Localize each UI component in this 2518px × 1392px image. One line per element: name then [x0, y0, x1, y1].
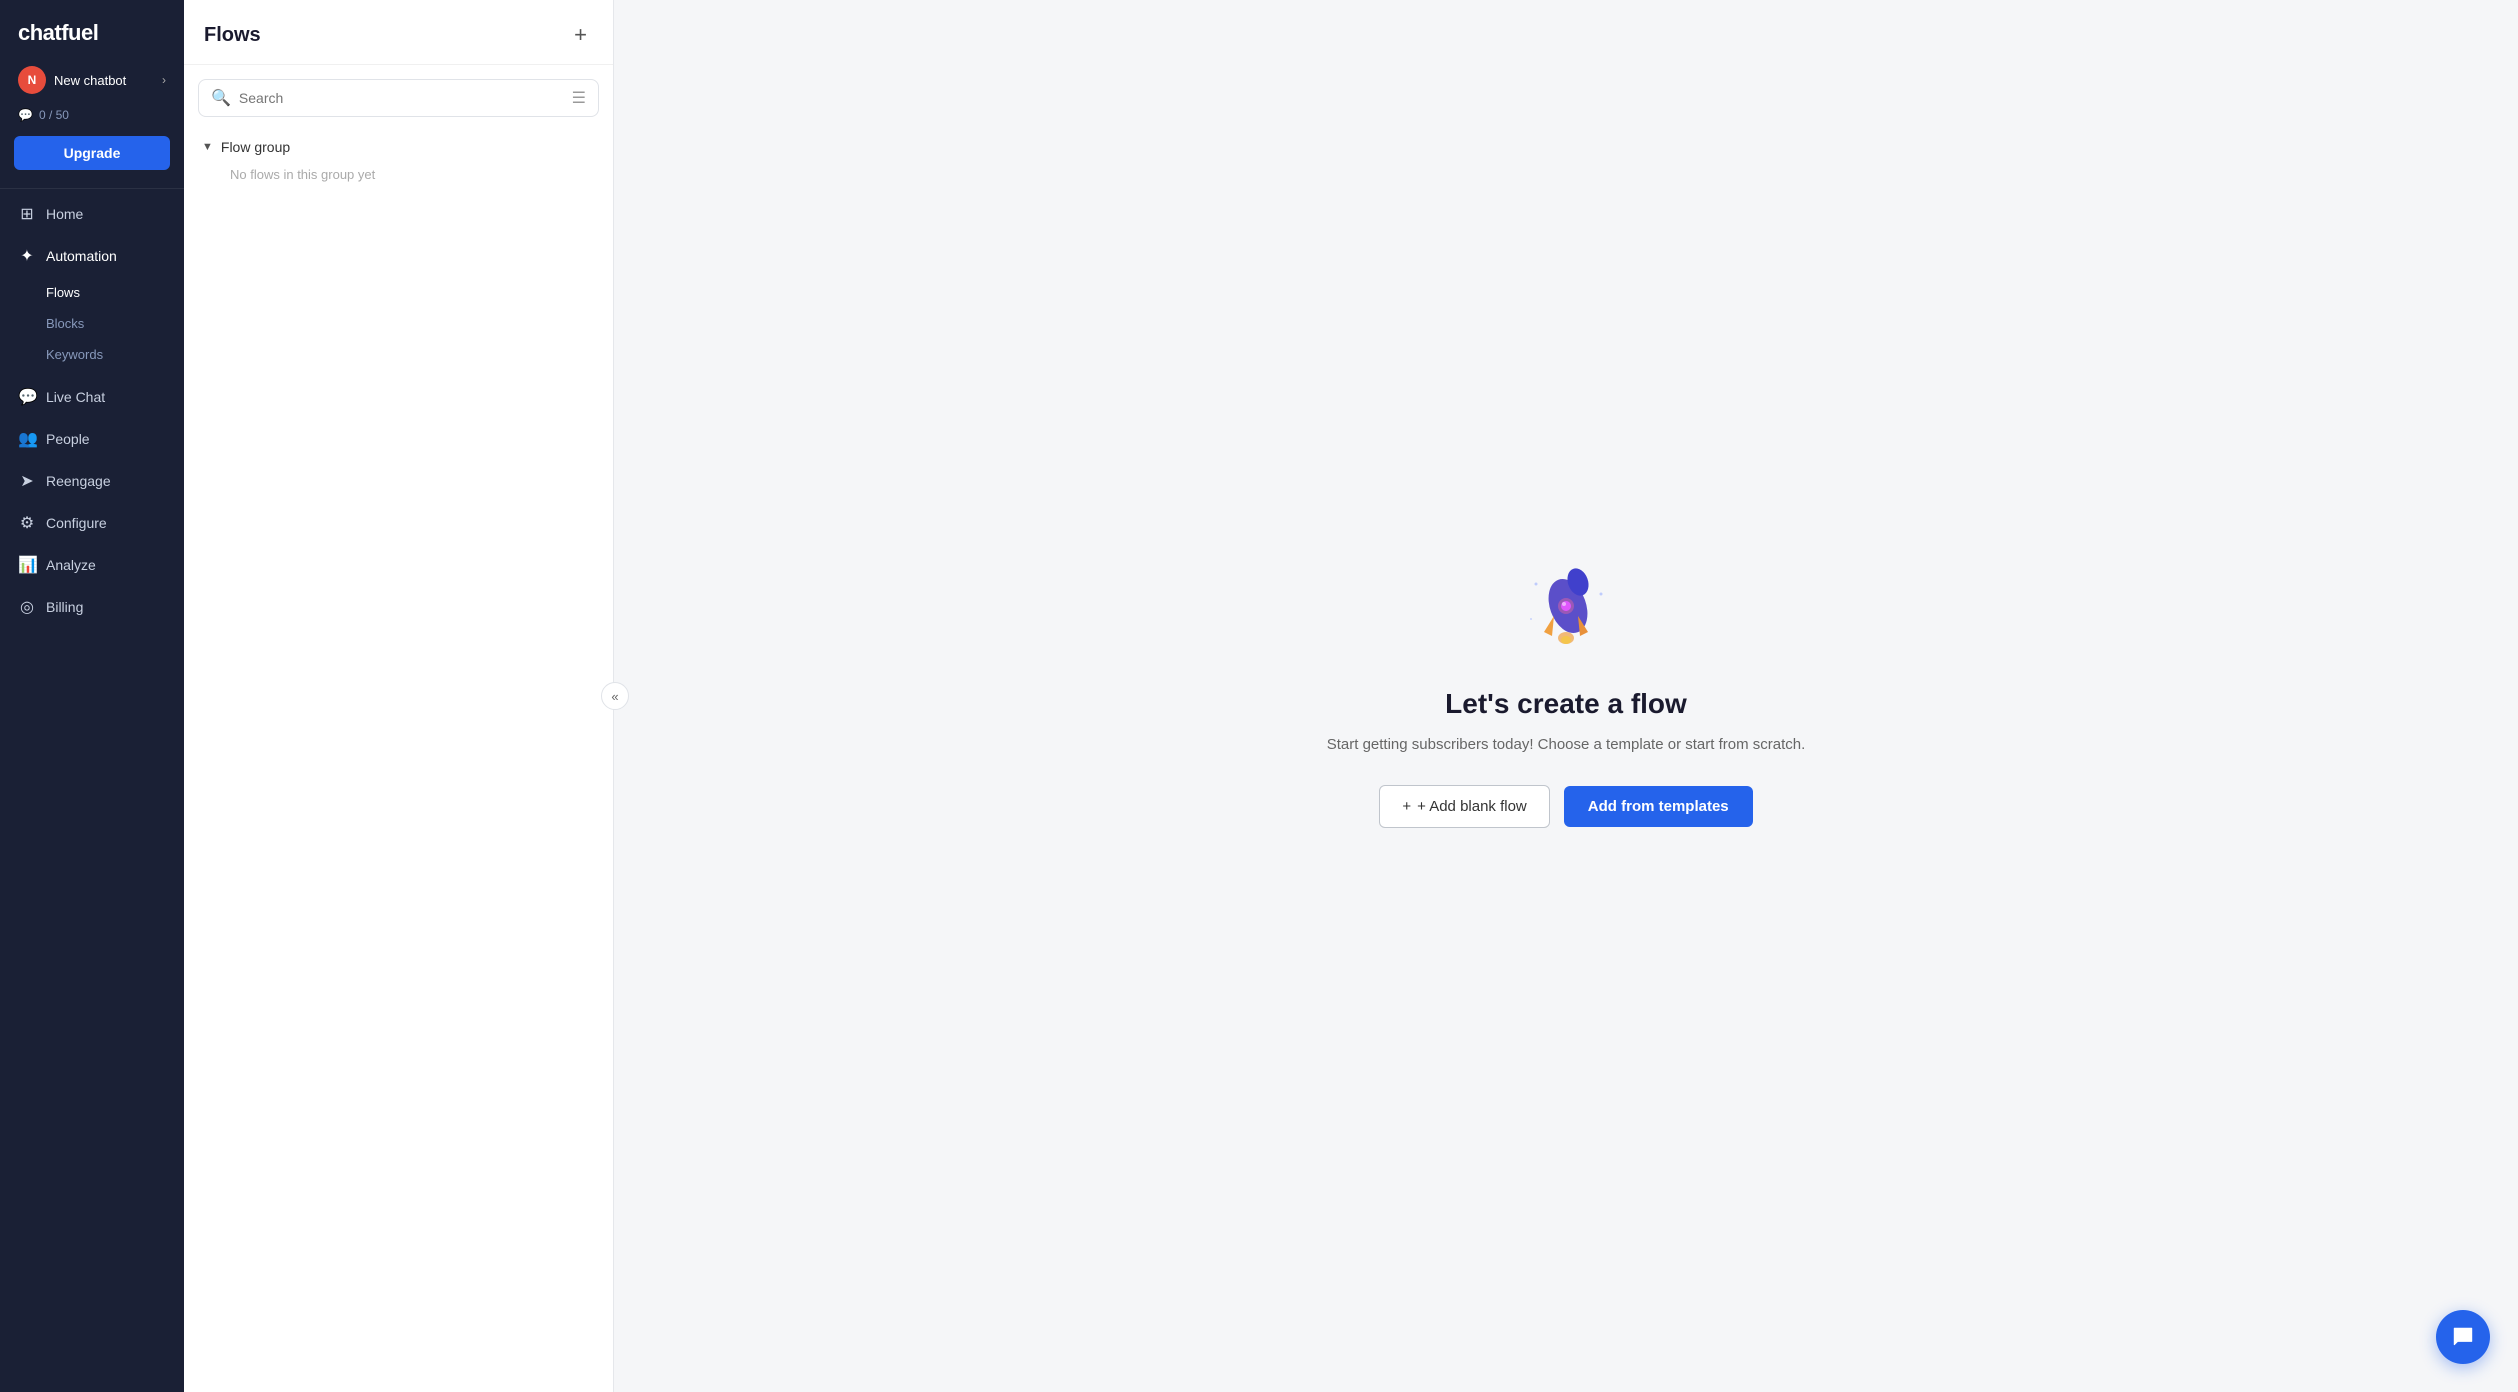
- people-icon: 👥: [18, 429, 36, 449]
- analyze-icon: 📊: [18, 555, 36, 575]
- empty-state: Let's create a flow Start getting subscr…: [1327, 564, 1806, 828]
- sidebar-item-people-label: People: [46, 431, 90, 447]
- flow-group-empty-message: No flows in this group yet: [184, 161, 613, 188]
- add-blank-flow-label: + Add blank flow: [1417, 798, 1527, 815]
- rocket-illustration: [1516, 564, 1616, 664]
- add-blank-flow-button[interactable]: + + Add blank flow: [1379, 785, 1549, 828]
- live-chat-icon: 💬: [18, 387, 36, 407]
- credits-icon: 💬: [18, 108, 33, 122]
- empty-state-title: Let's create a flow: [1445, 688, 1687, 720]
- sidebar-item-home-label: Home: [46, 206, 83, 222]
- chatbot-selector[interactable]: N New chatbot ›: [6, 60, 178, 100]
- billing-icon: ◎: [18, 597, 36, 617]
- sidebar-sub-item-keywords[interactable]: Keywords: [0, 339, 184, 370]
- credits-count: 0 / 50: [39, 108, 69, 122]
- flows-search-bar: 🔍 ☰: [198, 79, 599, 117]
- flow-group-header[interactable]: ▼ Flow group: [184, 127, 613, 161]
- flow-group-label: Flow group: [221, 139, 290, 155]
- add-from-templates-button[interactable]: Add from templates: [1564, 786, 1753, 827]
- sidebar-item-billing-label: Billing: [46, 599, 83, 615]
- sidebar-item-people[interactable]: 👥 People: [0, 418, 184, 460]
- credits-row: 💬 0 / 50: [0, 104, 184, 132]
- flow-group-arrow-icon: ▼: [202, 141, 213, 153]
- flows-panel: Flows + 🔍 ☰ ▼ Flow group No flows in thi…: [184, 0, 614, 1392]
- automation-icon: ✦: [18, 246, 36, 266]
- sidebar-item-configure-label: Configure: [46, 515, 107, 531]
- sidebar-divider: [0, 188, 184, 189]
- sidebar-item-reengage-label: Reengage: [46, 473, 111, 489]
- empty-state-actions: + + Add blank flow Add from templates: [1379, 785, 1752, 828]
- sidebar-sub-item-blocks[interactable]: Blocks: [0, 308, 184, 339]
- sidebar-sub-item-flows[interactable]: Flows: [0, 277, 184, 308]
- sidebar-item-billing[interactable]: ◎ Billing: [0, 586, 184, 628]
- filter-icon[interactable]: ☰: [572, 88, 586, 108]
- livechat-bubble[interactable]: [2436, 1310, 2490, 1364]
- flows-title: Flows: [204, 24, 261, 47]
- sidebar-item-automation[interactable]: ✦ Automation: [0, 235, 184, 277]
- app-logo: chatfuel: [0, 0, 184, 60]
- home-icon: ⊞: [18, 204, 36, 224]
- sidebar-item-analyze-label: Analyze: [46, 557, 96, 573]
- sidebar-item-analyze[interactable]: 📊 Analyze: [0, 544, 184, 586]
- sidebar-item-live-chat[interactable]: 💬 Live Chat: [0, 376, 184, 418]
- sidebar: chatfuel N New chatbot › 💬 0 / 50 Upgrad…: [0, 0, 184, 1392]
- sidebar-item-automation-label: Automation: [46, 248, 117, 264]
- chevron-right-icon: ›: [162, 73, 166, 87]
- chatbot-avatar: N: [18, 66, 46, 94]
- chat-bubble-icon: [2450, 1324, 2476, 1350]
- collapse-panel-button[interactable]: «: [601, 682, 629, 710]
- search-input[interactable]: [239, 90, 564, 106]
- sidebar-item-home[interactable]: ⊞ Home: [0, 193, 184, 235]
- automation-sub-items: Flows Blocks Keywords: [0, 277, 184, 376]
- search-icon: 🔍: [211, 88, 231, 108]
- sidebar-item-configure[interactable]: ⚙ Configure: [0, 502, 184, 544]
- upgrade-button[interactable]: Upgrade: [14, 136, 170, 170]
- empty-state-subtitle: Start getting subscribers today! Choose …: [1327, 734, 1806, 757]
- chatbot-name: New chatbot: [54, 73, 154, 88]
- reengage-icon: ➤: [18, 471, 36, 491]
- flows-header: Flows +: [184, 0, 613, 65]
- plus-icon: +: [1402, 798, 1411, 815]
- sidebar-item-reengage[interactable]: ➤ Reengage: [0, 460, 184, 502]
- configure-icon: ⚙: [18, 513, 36, 533]
- main-content: Let's create a flow Start getting subscr…: [614, 0, 2518, 1392]
- sidebar-item-live-chat-label: Live Chat: [46, 389, 105, 405]
- add-flow-button[interactable]: +: [568, 22, 593, 48]
